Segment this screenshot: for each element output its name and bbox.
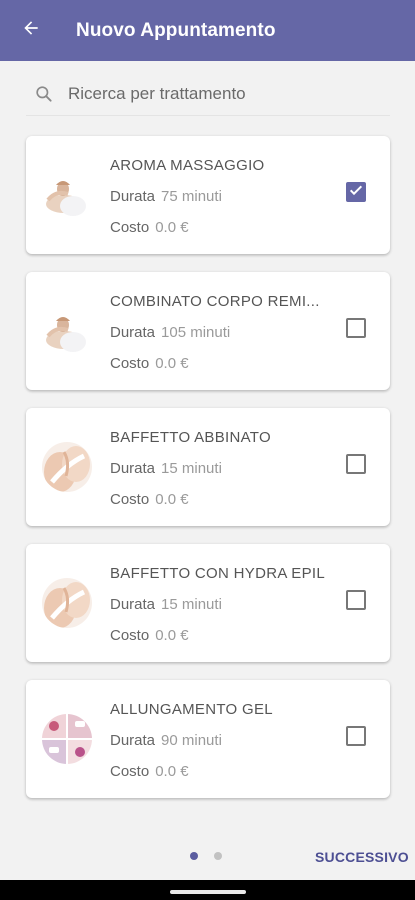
duration-label: Durata <box>110 188 156 205</box>
duration-label: Durata <box>110 596 156 613</box>
duration-value: 75 minuti <box>161 188 222 205</box>
cost-label: Costo <box>110 627 150 644</box>
treatment-name: ALLUNGAMENTO GEL <box>110 701 273 718</box>
treatment-duration-row: Durata 105 minuti <box>110 324 230 341</box>
system-navigation-bar <box>0 880 415 900</box>
cost-label: Costo <box>110 491 150 508</box>
treatment-card[interactable]: BAFFETTO ABBINATO Durata 15 minuti Costo 0… <box>26 408 390 526</box>
app-bar: Nuovo Appuntamento <box>0 0 415 61</box>
back-button[interactable] <box>0 0 62 61</box>
treatment-duration-row: Durata 15 minuti <box>110 596 222 613</box>
treatment-card[interactable]: COMBINATO CORPO REMI... Durata 105 minuti… <box>26 272 390 390</box>
duration-label: Durata <box>110 460 156 477</box>
search-icon <box>28 78 60 110</box>
treatment-card[interactable]: BAFFETTO CON HYDRA EPIL Durata 15 minuti … <box>26 544 390 662</box>
treatment-duration-row: Durata 90 minuti <box>110 732 222 749</box>
duration-value: 15 minuti <box>161 460 222 477</box>
treatment-list: AROMA MASSAGGIO Durata 75 minuti Costo 0.0… <box>26 136 390 816</box>
arrow-left-icon <box>21 18 41 43</box>
cost-label: Costo <box>110 763 150 780</box>
select-checkbox[interactable] <box>346 726 366 746</box>
duration-label: Durata <box>110 324 156 341</box>
duration-value: 105 minuti <box>161 324 231 341</box>
select-checkbox[interactable] <box>346 318 366 338</box>
treatment-cost-row: Costo 0.0 € <box>110 355 189 372</box>
home-gesture-handle[interactable] <box>170 890 246 894</box>
select-checkbox[interactable] <box>346 182 366 202</box>
page-dot <box>214 852 222 860</box>
treatment-thumbnail <box>42 306 92 356</box>
treatment-name: BAFFETTO ABBINATO <box>110 429 271 446</box>
select-checkbox[interactable] <box>346 590 366 610</box>
page-dot-active <box>190 852 198 860</box>
treatment-thumbnail <box>42 170 92 220</box>
cost-label: Costo <box>110 355 150 372</box>
duration-value: 15 minuti <box>161 596 222 613</box>
treatment-duration-row: Durata 75 minuti <box>110 188 222 205</box>
cost-value: 0.0 € <box>155 355 189 372</box>
treatment-thumbnail <box>42 578 92 628</box>
cost-value: 0.0 € <box>155 219 189 236</box>
treatment-cost-row: Costo 0.0 € <box>110 627 189 644</box>
treatment-name: BAFFETTO CON HYDRA EPIL <box>110 565 325 582</box>
next-button[interactable]: SUCCESSIVO <box>315 849 409 865</box>
search-bar <box>26 72 390 116</box>
cost-value: 0.0 € <box>155 627 189 644</box>
cost-value: 0.0 € <box>155 491 189 508</box>
cost-value: 0.0 € <box>155 763 189 780</box>
page-title: Nuovo Appuntamento <box>76 19 276 41</box>
duration-value: 90 minuti <box>161 732 222 749</box>
select-checkbox[interactable] <box>346 454 366 474</box>
treatment-thumbnail <box>42 442 92 492</box>
treatment-duration-row: Durata 15 minuti <box>110 460 222 477</box>
treatment-thumbnail <box>42 714 92 764</box>
treatment-cost-row: Costo 0.0 € <box>110 763 189 780</box>
duration-label: Durata <box>110 732 156 749</box>
treatment-name: COMBINATO CORPO REMI... <box>110 293 320 310</box>
treatment-name: AROMA MASSAGGIO <box>110 157 265 174</box>
treatment-card[interactable]: AROMA MASSAGGIO Durata 75 minuti Costo 0.0… <box>26 136 390 254</box>
search-input[interactable] <box>68 83 368 104</box>
page-indicator <box>190 852 222 860</box>
treatment-cost-row: Costo 0.0 € <box>110 491 189 508</box>
treatment-cost-row: Costo 0.0 € <box>110 219 189 236</box>
checkmark-icon <box>348 182 364 203</box>
treatment-card[interactable]: ALLUNGAMENTO GEL Durata 90 minuti Costo 0.… <box>26 680 390 798</box>
cost-label: Costo <box>110 219 150 236</box>
